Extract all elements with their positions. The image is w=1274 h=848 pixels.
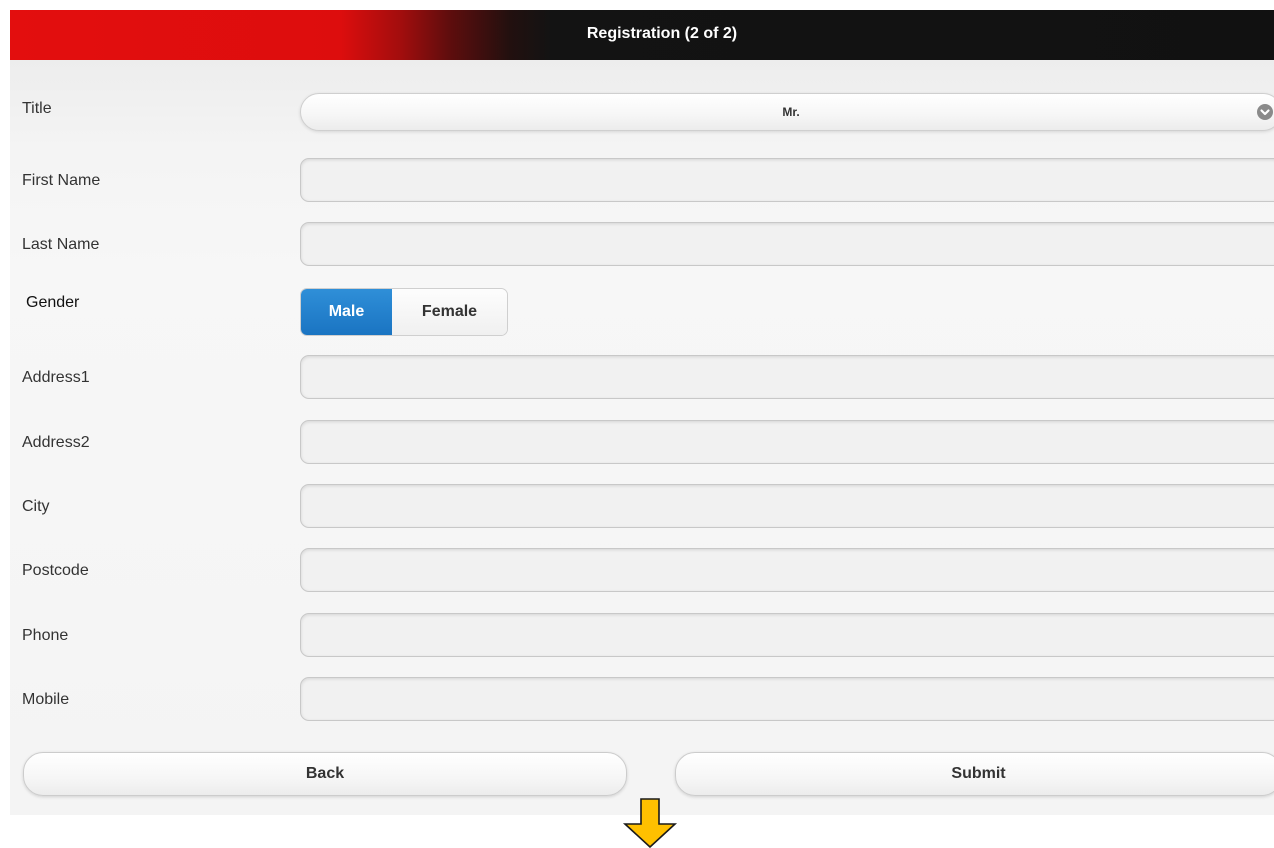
mobile-label: Mobile — [22, 691, 70, 708]
registration-screen: Registration (2 of 2) Title Mr. First Na… — [10, 10, 1274, 815]
first-name-field[interactable] — [300, 158, 1274, 202]
city-label: City — [22, 498, 50, 515]
last-name-field[interactable] — [300, 222, 1274, 266]
first-name-label: First Name — [22, 172, 101, 189]
address2-field[interactable] — [300, 420, 1274, 464]
header-bar: Registration (2 of 2) — [10, 10, 1274, 60]
row-gender: Gender Male Female — [10, 288, 1274, 336]
row-address1: Address1 — [10, 355, 1274, 401]
title-select-value: Mr. — [782, 105, 800, 119]
last-name-label: Last Name — [22, 236, 100, 253]
chevron-down-icon — [1257, 104, 1273, 120]
mobile-field[interactable] — [300, 677, 1274, 721]
row-title: Title Mr. — [10, 90, 1274, 136]
address2-label: Address2 — [22, 434, 90, 451]
row-phone: Phone — [10, 613, 1274, 659]
page-title: Registration (2 of 2) — [586, 25, 738, 42]
title-select[interactable]: Mr. — [300, 93, 1274, 131]
gender-option-female[interactable]: Female — [392, 289, 507, 335]
postcode-field[interactable] — [300, 548, 1274, 592]
title-label: Title — [22, 100, 52, 117]
gender-option-male[interactable]: Male — [301, 289, 392, 335]
row-first-name: First Name — [10, 158, 1274, 204]
phone-label: Phone — [22, 627, 69, 644]
back-button[interactable]: Back — [23, 752, 627, 796]
address1-label: Address1 — [22, 369, 90, 386]
city-field[interactable] — [300, 484, 1274, 528]
gender-toggle[interactable]: Male Female — [300, 288, 508, 336]
gender-label: Gender — [26, 294, 80, 311]
submit-button[interactable]: Submit — [675, 752, 1274, 796]
row-city: City — [10, 484, 1274, 530]
down-arrow-icon — [622, 798, 678, 848]
row-last-name: Last Name — [10, 222, 1274, 268]
row-address2: Address2 — [10, 420, 1274, 466]
postcode-label: Postcode — [22, 562, 89, 579]
phone-field[interactable] — [300, 613, 1274, 657]
address1-field[interactable] — [300, 355, 1274, 399]
row-mobile: Mobile — [10, 677, 1274, 723]
row-postcode: Postcode — [10, 548, 1274, 594]
